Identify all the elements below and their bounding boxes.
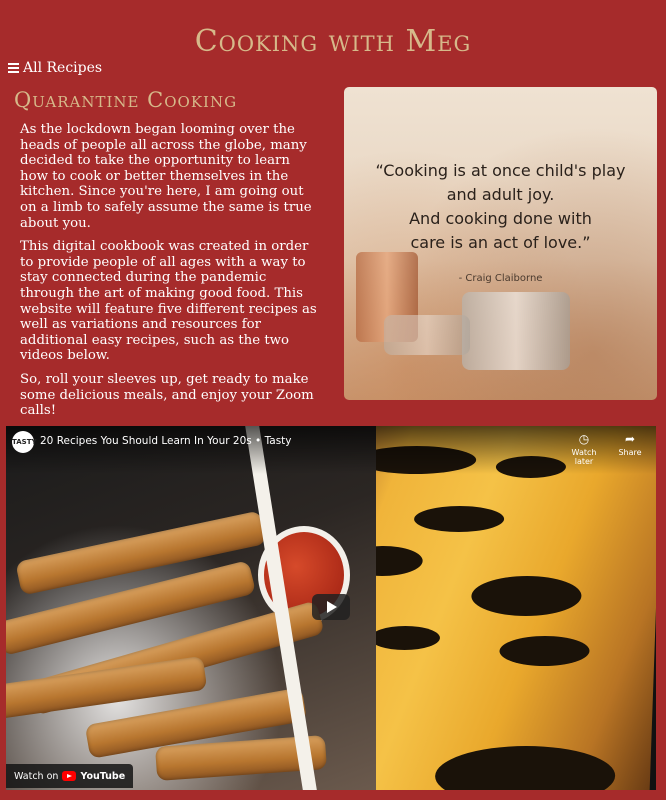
watch-later-label: Watch later — [571, 448, 597, 466]
watch-on-youtube-button[interactable]: Watch on YouTube — [6, 764, 134, 788]
quote-text: “Cooking is at once child's play and adu… — [344, 159, 657, 255]
clock-icon: ◷ — [578, 432, 590, 446]
intro-paragraph: This digital cookbook was created in ord… — [20, 239, 317, 364]
youtube-icon — [62, 771, 77, 781]
watch-on-label: Watch on — [14, 770, 59, 782]
quote-line: care is an act of love.” — [410, 233, 591, 252]
all-recipes-label[interactable]: All Recipes — [23, 60, 102, 76]
quote-line: And cooking done with — [409, 209, 592, 228]
site-title: Cooking with Meg — [194, 24, 472, 60]
intro-text: As the lockdown began looming over the h… — [20, 122, 320, 427]
channel-avatar[interactable]: TASTY — [12, 431, 37, 453]
pot-lid-image — [384, 315, 470, 355]
youtube-wordmark: YouTube — [80, 770, 126, 782]
intro-paragraph: As the lockdown began looming over the h… — [20, 122, 312, 231]
hamburger-menu-icon[interactable] — [8, 63, 19, 73]
video-header — [6, 426, 656, 474]
all-recipes-nav[interactable]: All Recipes — [8, 60, 102, 76]
share-button[interactable]: ➦ Share — [608, 432, 652, 457]
share-label: Share — [618, 448, 642, 457]
quote-line: “Cooking is at once child's play — [375, 161, 626, 180]
share-arrow-icon: ➦ — [624, 432, 636, 446]
play-button[interactable] — [312, 594, 350, 620]
quote-line: and adult joy. — [446, 185, 555, 204]
quote-image: “Cooking is at once child's play and adu… — [344, 87, 657, 400]
section-title: Quarantine Cooking — [14, 88, 238, 112]
intro-paragraph: So, roll your sleeves up, get ready to m… — [20, 371, 314, 419]
video-title[interactable]: 20 Recipes You Should Learn In Your 20s … — [40, 435, 292, 447]
steel-pot-image — [462, 292, 570, 370]
embedded-video[interactable]: TASTY 20 Recipes You Should Learn In You… — [6, 426, 656, 790]
quote-author: - Craig Claiborne — [458, 273, 543, 284]
watch-later-button[interactable]: ◷ Watch later — [562, 432, 606, 466]
